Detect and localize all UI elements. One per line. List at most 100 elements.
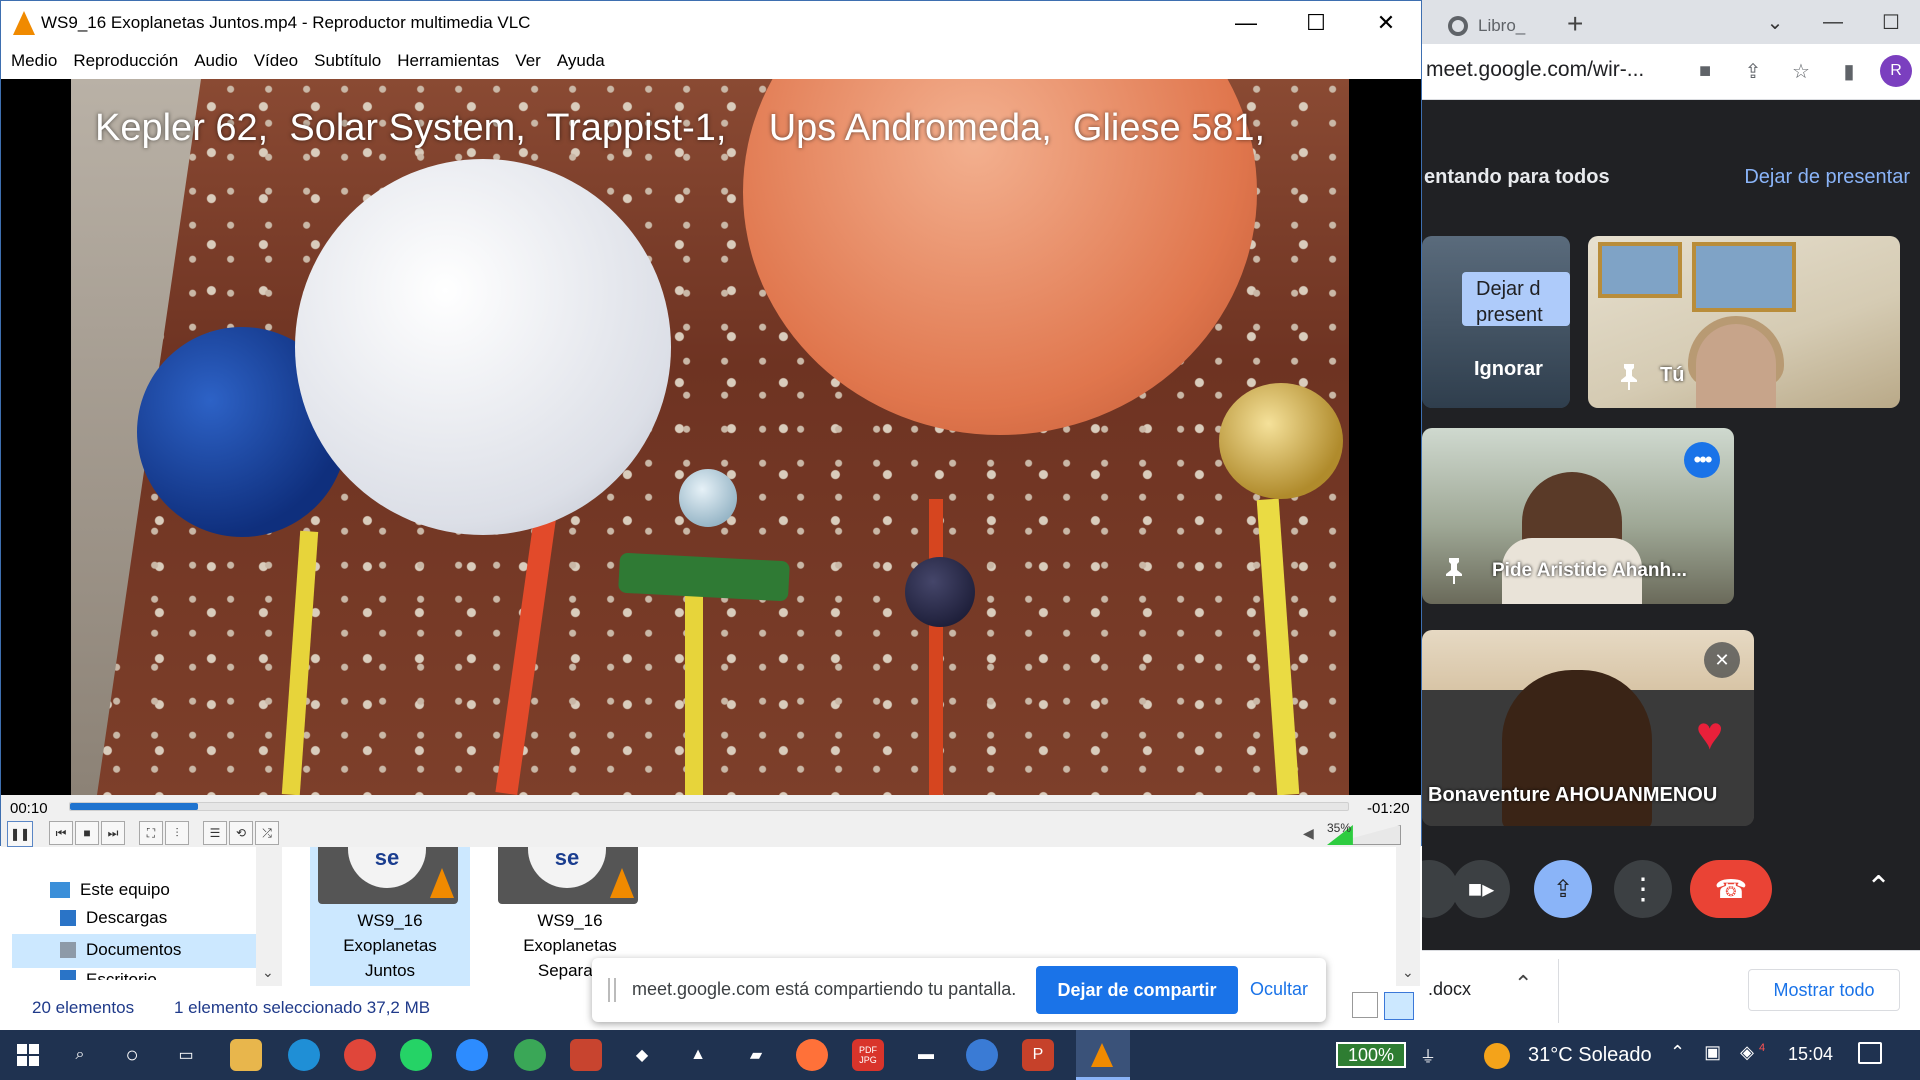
thumbnail-logo: se xyxy=(348,846,426,888)
chevron-up-icon[interactable]: ⌃ xyxy=(1514,971,1532,997)
download-item[interactable]: .docx xyxy=(1428,979,1471,1000)
more-options-icon[interactable]: ••• xyxy=(1684,442,1720,478)
whatsapp-icon[interactable] xyxy=(400,1039,432,1071)
app-icon[interactable]: ▬ xyxy=(910,1039,942,1071)
vlc-taskbar-icon[interactable] xyxy=(1086,1039,1118,1071)
vlc-title-bar[interactable]: WS9_16 Exoplanetas Juntos.mp4 - Reproduc… xyxy=(1,1,1421,45)
app-icon[interactable]: ◆ xyxy=(626,1039,658,1071)
nav-item-documents[interactable]: Documentos xyxy=(60,940,181,960)
start-button[interactable] xyxy=(12,1039,44,1071)
shuffle-button[interactable]: ⤮ xyxy=(255,821,279,845)
more-options-button[interactable]: ⋮ xyxy=(1614,860,1672,918)
zoom-icon[interactable] xyxy=(456,1039,488,1071)
stop-presenting-button[interactable]: Dejar de presentar xyxy=(1744,166,1910,189)
search-icon[interactable]: ⌕ xyxy=(64,1039,96,1071)
minimize-icon[interactable]: — xyxy=(1211,1,1281,45)
menu-ver[interactable]: Ver xyxy=(507,45,549,79)
cortana-icon[interactable]: ○ xyxy=(116,1039,148,1071)
chevron-up-icon[interactable]: ⌃ xyxy=(1670,1042,1685,1062)
star-icon[interactable]: ☆ xyxy=(1784,54,1818,88)
pdf-to-jpg-icon[interactable]: PDF JPG xyxy=(852,1039,884,1071)
mic-off-icon: ✕ xyxy=(1704,642,1740,678)
hide-button[interactable]: Ocultar xyxy=(1250,979,1308,1000)
menu-reproduccion[interactable]: Reproducción xyxy=(65,45,186,79)
pin-icon[interactable] xyxy=(1618,364,1640,390)
nav-scrollbar[interactable]: ⌄ xyxy=(256,846,282,986)
battery-indicator[interactable]: 100% xyxy=(1336,1042,1406,1068)
share-icon[interactable]: ⇪ xyxy=(1736,54,1770,88)
drag-handle-icon[interactable] xyxy=(608,978,616,1002)
chrome-tab[interactable]: Libro_ xyxy=(1448,8,1608,44)
ignore-button[interactable]: Ignorar xyxy=(1474,358,1543,381)
seek-slider[interactable] xyxy=(69,802,1349,811)
file-explorer-icon[interactable] xyxy=(230,1039,262,1071)
chrome-icon[interactable] xyxy=(344,1039,376,1071)
volume-icon[interactable]: ◀ xyxy=(1303,825,1314,842)
new-tab-button[interactable]: + xyxy=(1567,8,1583,40)
nav-item-desktop[interactable]: Escritorio xyxy=(60,970,157,980)
close-icon[interactable]: ✕ xyxy=(1351,1,1421,45)
file-item[interactable]: se WS9_16 Exoplanetas Juntos xyxy=(310,846,470,986)
menu-subtitulo[interactable]: Subtítulo xyxy=(306,45,389,79)
chevron-down-icon[interactable]: ⌄ xyxy=(1402,964,1414,981)
details-view-icon[interactable] xyxy=(1352,992,1378,1018)
camera-icon[interactable]: ■ xyxy=(1688,54,1722,88)
menu-video[interactable]: Vídeo xyxy=(246,45,306,79)
paint-app-icon[interactable] xyxy=(570,1039,602,1071)
previous-button[interactable]: ⏮ xyxy=(49,821,73,845)
app-icon[interactable]: ▲ xyxy=(682,1039,714,1071)
powerpoint-icon[interactable]: P xyxy=(1022,1039,1054,1071)
stop-presenting-bubble[interactable]: Dejar d present xyxy=(1462,272,1570,326)
large-icons-view-icon[interactable] xyxy=(1384,992,1414,1020)
menu-ayuda[interactable]: Ayuda xyxy=(549,45,613,79)
chevron-down-icon[interactable]: ⌄ xyxy=(262,964,274,981)
nav-item-downloads[interactable]: Descargas xyxy=(60,908,167,928)
participant-tile-pide[interactable]: ••• Pide Aristide Ahanh... xyxy=(1422,428,1734,604)
chevron-up-icon[interactable]: ⌃ xyxy=(1866,870,1906,910)
fullscreen-button[interactable]: ⛶ xyxy=(139,821,163,845)
side-panel-icon[interactable]: ▮ xyxy=(1832,54,1866,88)
screen-share-tile[interactable]: Dejar d present Ignorar xyxy=(1422,236,1570,408)
system-tray[interactable]: ⌃ ▣ ◈ 4 xyxy=(1670,1042,1765,1063)
camera-button[interactable]: ■▸ xyxy=(1452,860,1510,918)
show-all-button[interactable]: Mostrar todo xyxy=(1748,969,1900,1011)
task-view-icon[interactable]: ▭ xyxy=(170,1039,202,1071)
sync-app-icon[interactable] xyxy=(514,1039,546,1071)
menu-audio[interactable]: Audio xyxy=(186,45,245,79)
minimize-icon[interactable]: — xyxy=(1804,0,1862,44)
nav-item-this-pc[interactable]: Este equipo xyxy=(50,880,170,900)
edge-icon[interactable] xyxy=(288,1039,320,1071)
address-bar[interactable]: meet.google.com/wir-... xyxy=(1426,58,1644,82)
participant-tile-self[interactable]: Tú xyxy=(1588,236,1900,408)
stop-button[interactable]: ■ xyxy=(75,821,99,845)
menu-medio[interactable]: Medio xyxy=(3,45,65,79)
profile-avatar[interactable]: R xyxy=(1880,55,1912,87)
stop-sharing-button[interactable]: Dejar de compartir xyxy=(1036,966,1238,1014)
plug-icon[interactable]: ⏚ xyxy=(1412,1039,1444,1071)
playlist-button[interactable]: ☰ xyxy=(203,821,227,845)
extended-settings-button[interactable]: ⫶ xyxy=(165,821,189,845)
camera-icon[interactable]: ▣ xyxy=(1704,1042,1721,1062)
pause-button[interactable]: ❚❚ xyxy=(7,821,33,847)
weather-widget[interactable]: 31°C Soleado xyxy=(1528,1044,1652,1067)
video-area[interactable]: Kepler 62, Solar System, Trappist-1, Ups… xyxy=(1,79,1421,795)
files-scrollbar[interactable]: ⌄ xyxy=(1396,846,1420,986)
app-icon[interactable]: ▰ xyxy=(740,1039,772,1071)
participant-tile-bonaventure[interactable]: ✕ ♥ Bonaventure AHOUANMENOU xyxy=(1422,630,1754,826)
present-button[interactable]: ⇪ xyxy=(1534,860,1592,918)
leave-call-button[interactable]: ☎ xyxy=(1690,860,1772,918)
remaining-time[interactable]: -01:20 xyxy=(1367,800,1410,817)
notification-center-icon[interactable] xyxy=(1858,1042,1882,1064)
app-icon[interactable] xyxy=(966,1039,998,1071)
next-button[interactable]: ⏭ xyxy=(101,821,125,845)
maximize-icon[interactable]: ☐ xyxy=(1281,1,1351,45)
clock[interactable]: 15:04 xyxy=(1788,1044,1833,1065)
pin-icon[interactable] xyxy=(1444,558,1464,584)
loop-button[interactable]: ⟲ xyxy=(229,821,253,845)
antivirus-icon[interactable]: ◈ xyxy=(1740,1042,1754,1062)
chevron-down-icon[interactable]: ⌄ xyxy=(1746,0,1804,44)
menu-herramientas[interactable]: Herramientas xyxy=(389,45,507,79)
vlc-cone-icon xyxy=(430,868,454,898)
firefox-icon[interactable] xyxy=(796,1039,828,1071)
maximize-icon[interactable]: ☐ xyxy=(1862,0,1920,44)
